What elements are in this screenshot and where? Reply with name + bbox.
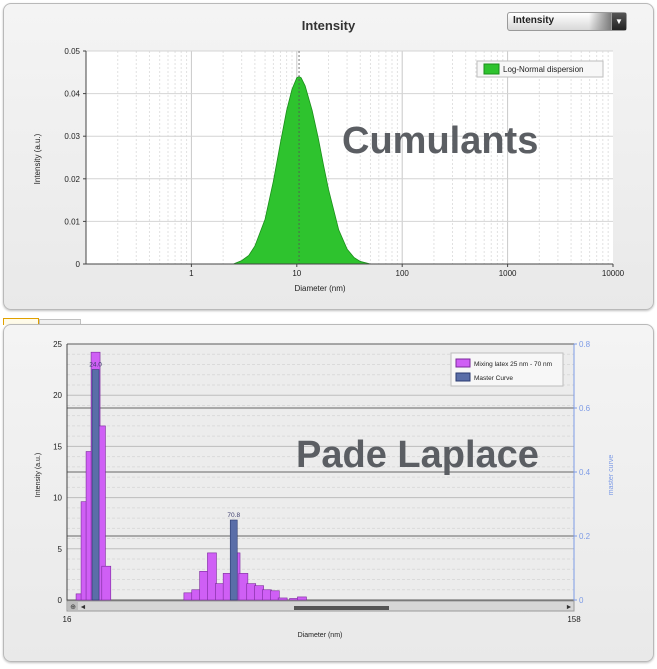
legend: Log-Normal dispersion bbox=[476, 60, 604, 78]
x-tick-min: 16 bbox=[63, 615, 72, 624]
y2-tick-label: 0.6 bbox=[579, 404, 591, 413]
cumulants-label: Cumulants bbox=[342, 120, 539, 162]
y2-tick-label: 0.2 bbox=[579, 532, 591, 541]
legend-swatch-master bbox=[455, 372, 471, 382]
legend-swatch bbox=[483, 63, 500, 75]
x-tick-label: 10000 bbox=[602, 269, 625, 278]
y-tick-label: 0.04 bbox=[64, 90, 80, 99]
legend-label-latex: Mixing latex 25 nm - 70 nm bbox=[474, 361, 552, 368]
x-tick-label: 100 bbox=[396, 269, 410, 278]
scroll-left-icon[interactable]: ◄ bbox=[80, 604, 87, 611]
cumulants-panel: Intensity Intensity ▼ 0 0.01 0.02 0.03 0.04 0… bbox=[3, 3, 654, 310]
scroll-menu-icon: ⊕ bbox=[70, 604, 76, 611]
y-tick-label: 0 bbox=[58, 596, 63, 605]
x-tick-label: 1 bbox=[189, 269, 194, 278]
y-tick-label: 5 bbox=[58, 545, 63, 554]
legend-swatch-latex bbox=[455, 358, 471, 368]
y-tick-label: 10 bbox=[53, 494, 62, 503]
y-tick-label: 0.03 bbox=[64, 132, 80, 141]
pade-laplace-panel: 24.0 70.8 0 5 10 15 20 25 0 0.2 0.4 0.6 0.8 ⊕ ◄ ► … bbox=[3, 324, 654, 662]
latex-bar bbox=[277, 597, 288, 601]
y-tick-label: 25 bbox=[53, 340, 62, 349]
y2-axis-label: master curve bbox=[608, 455, 615, 496]
y2-tick-label: 0.8 bbox=[579, 340, 591, 349]
x-tick-labels: 1 10 100 1000 10000 bbox=[189, 264, 625, 278]
horizontal-scrollbar[interactable]: ⊕ ◄ ► bbox=[66, 600, 575, 612]
y2-tick-label: 0.4 bbox=[579, 468, 591, 477]
peak-annotation: 70.8 bbox=[227, 512, 240, 519]
y-tick-labels: 0 0.01 0.02 0.03 0.04 0.05 bbox=[64, 47, 86, 269]
x-axis-label: Diameter (nm) bbox=[298, 632, 343, 639]
peak-annotation: 24.0 bbox=[89, 362, 102, 369]
x-axis-label: Diameter (nm) bbox=[294, 284, 345, 293]
y-tick-label: 20 bbox=[53, 391, 62, 400]
x-tick-max: 158 bbox=[567, 615, 581, 624]
y-tick-label: 0.01 bbox=[64, 217, 80, 226]
y-tick-labels: 0 5 10 15 20 25 bbox=[53, 340, 62, 605]
master-curve-bar bbox=[229, 519, 238, 601]
x-tick-label: 1000 bbox=[499, 269, 517, 278]
y-axis-label: Intensity (a.u.) bbox=[35, 453, 42, 497]
y-tick-label: 0.02 bbox=[64, 175, 80, 184]
scroll-thumb[interactable] bbox=[294, 606, 389, 610]
x-tick-label: 10 bbox=[292, 269, 301, 278]
y-tick-label: 0 bbox=[76, 260, 81, 269]
cumulants-chart: 0 0.01 0.02 0.03 0.04 0.05 1 10 100 1000 10000 Di… bbox=[33, 47, 625, 293]
latex-bar bbox=[101, 565, 112, 601]
pade-laplace-label: Pade Laplace bbox=[296, 434, 539, 476]
y-tick-label: 0.05 bbox=[64, 47, 80, 56]
master-curve-bar bbox=[91, 369, 100, 601]
y2-tick-labels: 0 0.2 0.4 0.6 0.8 bbox=[574, 340, 591, 605]
legend-label: Log-Normal dispersion bbox=[503, 65, 583, 74]
scroll-right-icon[interactable]: ► bbox=[566, 604, 573, 611]
legend-label-master: Master Curve bbox=[474, 375, 513, 382]
y-axis-label: Intensity (a.u.) bbox=[33, 133, 42, 184]
legend: Mixing latex 25 nm - 70 nm Master Curve bbox=[450, 352, 564, 387]
y-tick-label: 15 bbox=[53, 442, 62, 451]
pade-laplace-chart: 24.070.8 0510152025 00.20.40.60.8 ⊕ ◄ ► … bbox=[35, 340, 615, 639]
y2-tick-label: 0 bbox=[579, 596, 584, 605]
latex-bar bbox=[297, 596, 307, 601]
